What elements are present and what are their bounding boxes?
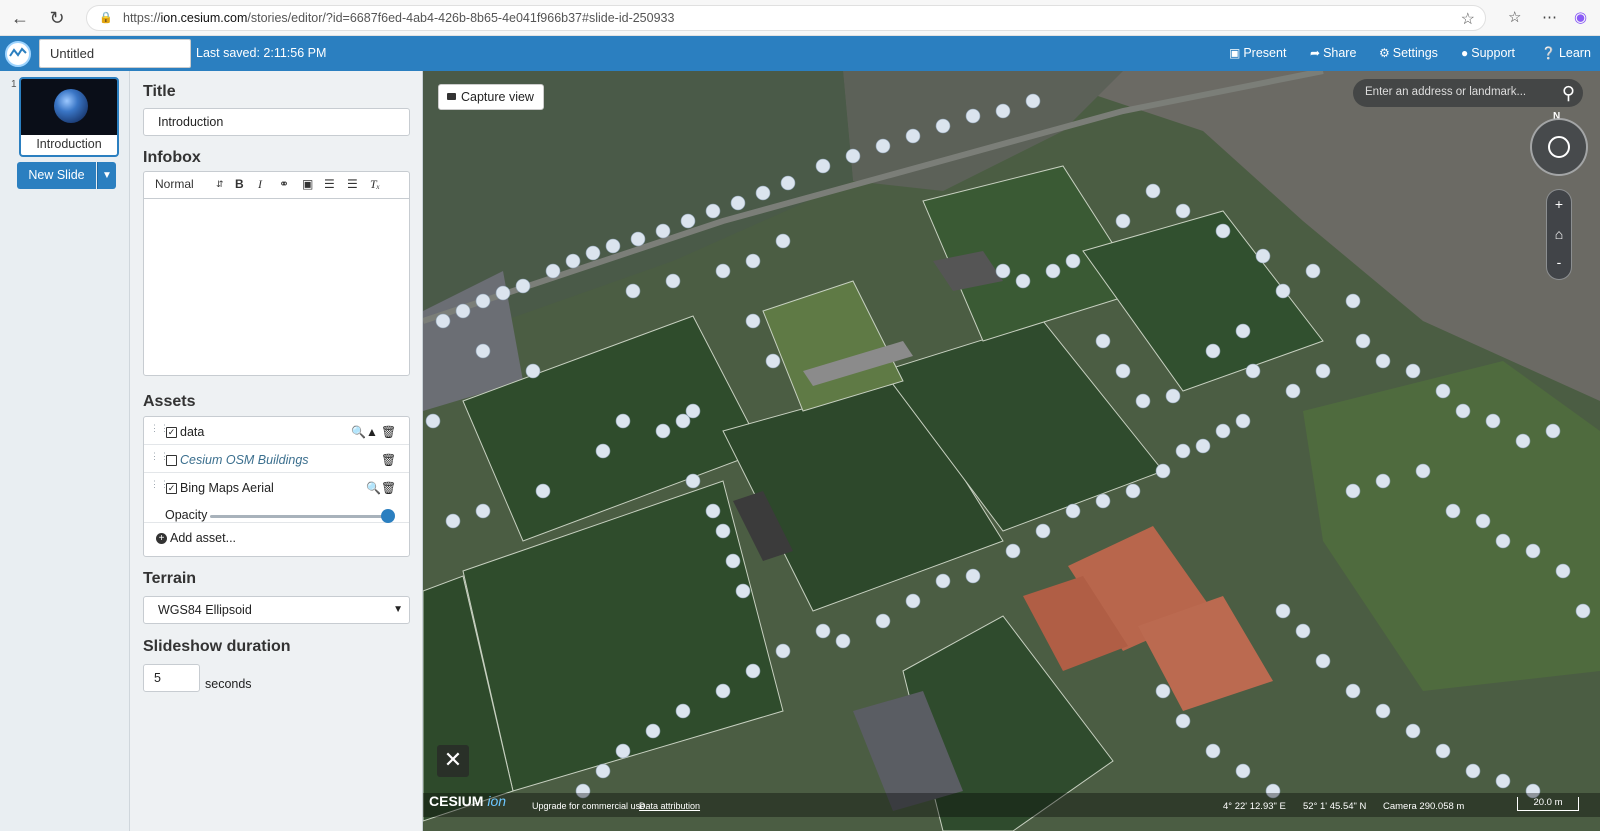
title-heading: Title bbox=[143, 83, 176, 100]
lock-icon: 🔒 bbox=[99, 12, 113, 24]
gear-icon: ⚙ bbox=[1379, 46, 1390, 60]
story-title-input[interactable]: Untitled bbox=[39, 39, 191, 68]
asset-name[interactable]: Cesium OSM Buildings bbox=[180, 453, 309, 467]
address-bar[interactable]: 🔒 https://ion.cesium.com/stories/editor/… bbox=[86, 5, 1486, 31]
plus-circle-icon: + bbox=[156, 533, 167, 544]
terrain-select[interactable]: WGS84 Ellipsoid ▼ bbox=[143, 596, 410, 624]
search-icon[interactable]: ⚲ bbox=[1562, 83, 1575, 104]
asset-name: data bbox=[180, 425, 205, 439]
globe-icon bbox=[54, 89, 88, 123]
zoom-control: + ⌂ - bbox=[1546, 189, 1572, 280]
drag-handle-icon[interactable]: ⋮⋮ bbox=[150, 452, 169, 464]
support-button[interactable]: ● Support bbox=[1461, 46, 1515, 60]
slide-number: 1 bbox=[11, 79, 17, 90]
slide-thumbnail[interactable]: Introduction bbox=[19, 77, 119, 157]
ordered-list-icon[interactable]: ☰ bbox=[324, 177, 335, 191]
duration-input[interactable]: 5 bbox=[143, 664, 200, 692]
app-header: Untitled Last saved: 2:11:56 PM ▣ Present… bbox=[0, 36, 1600, 71]
zoom-to-icon[interactable]: 🔍 bbox=[351, 425, 366, 439]
link-icon[interactable]: ⚭ bbox=[279, 177, 289, 191]
new-slide-button[interactable]: New Slide bbox=[17, 162, 96, 189]
asset-name: Bing Maps Aerial bbox=[180, 481, 274, 495]
monitor-icon: ▣ bbox=[1229, 46, 1241, 60]
measure-tool-icon[interactable]: ✕ bbox=[437, 745, 469, 777]
chevron-down-icon: ▼ bbox=[393, 604, 403, 615]
map-viewer[interactable]: Capture view Enter an address or landmar… bbox=[423, 71, 1600, 831]
opacity-slider-track[interactable] bbox=[210, 515, 388, 518]
chevron-down-icon[interactable]: ▼ bbox=[97, 162, 116, 189]
zoom-in-button[interactable]: + bbox=[1547, 196, 1571, 212]
camera-icon bbox=[447, 93, 456, 100]
zoom-to-icon[interactable]: 🔍 bbox=[366, 481, 381, 495]
cesium-ion-logo[interactable]: CESIUM ion bbox=[429, 793, 506, 809]
url-text[interactable]: https://ion.cesium.com/stories/editor/?i… bbox=[123, 11, 674, 25]
latitude-readout: 52° 1' 45.54" N bbox=[1303, 801, 1367, 812]
format-select[interactable]: Normal bbox=[155, 177, 194, 191]
point-markers-layer bbox=[425, 93, 1591, 799]
trash-icon[interactable]: 🗑 bbox=[381, 481, 396, 495]
capture-view-button[interactable]: Capture view bbox=[438, 84, 544, 110]
slide-properties-panel: Title Introduction Infobox Normal ⇵ B I … bbox=[130, 71, 423, 831]
copilot-icon[interactable]: ◉ bbox=[1574, 8, 1587, 26]
asset-visibility-checkbox[interactable]: ✓ bbox=[166, 483, 177, 494]
terrain-heading: Terrain bbox=[143, 570, 197, 587]
trash-icon[interactable]: 🗑 bbox=[381, 425, 396, 439]
zoom-out-button[interactable]: - bbox=[1547, 254, 1571, 270]
asset-row: ⋮⋮ ✓ Bing Maps Aerial 🔍 🗑 Opacity bbox=[144, 473, 409, 523]
chat-bubble-icon: ● bbox=[1461, 46, 1469, 60]
back-arrow-icon[interactable]: ← bbox=[9, 7, 31, 29]
slide-label: Introduction bbox=[36, 137, 102, 151]
search-input[interactable]: Enter an address or landmark... bbox=[1365, 86, 1526, 98]
image-icon[interactable]: ▣ bbox=[302, 177, 313, 191]
share-icon: ➦ bbox=[1310, 46, 1321, 60]
asset-row: ⋮⋮ Cesium OSM Buildings 🗑 bbox=[144, 445, 409, 473]
seconds-label: seconds bbox=[205, 677, 252, 691]
favorites-icon[interactable]: ☆ bbox=[1508, 8, 1521, 26]
more-options-icon[interactable]: ⋯ bbox=[1542, 8, 1557, 26]
drag-handle-icon[interactable]: ⋮⋮ bbox=[150, 480, 169, 492]
slide-title-input[interactable]: Introduction bbox=[143, 108, 410, 136]
compass-control[interactable] bbox=[1530, 118, 1588, 176]
reload-icon[interactable]: ↻ bbox=[46, 7, 68, 29]
bold-icon[interactable]: B bbox=[235, 177, 244, 191]
assets-heading: Assets bbox=[143, 393, 196, 410]
cesium-logo-icon[interactable] bbox=[5, 41, 31, 67]
asset-visibility-checkbox[interactable]: ✓ bbox=[166, 427, 177, 438]
data-attribution-link[interactable]: Data attribution bbox=[639, 801, 700, 811]
last-saved-status: Last saved: 2:11:56 PM bbox=[196, 46, 327, 60]
add-asset-button[interactable]: + Add asset... bbox=[156, 531, 236, 545]
slide-preview-image bbox=[21, 79, 117, 135]
opacity-label: Opacity bbox=[165, 508, 208, 522]
geocoder-search[interactable]: Enter an address or landmark... ⚲ bbox=[1353, 79, 1583, 107]
slideshow-duration-heading: Slideshow duration bbox=[143, 638, 291, 655]
scale-bar: 20.0 m bbox=[1517, 797, 1579, 811]
present-button[interactable]: ▣ Present bbox=[1229, 46, 1286, 60]
format-select-arrows-icon[interactable]: ⇵ bbox=[216, 179, 224, 190]
slides-sidebar: 1 Introduction New Slide ▼ bbox=[0, 71, 130, 831]
asset-row: ⋮⋮ ✓ data 🔍 ▲ 🗑 bbox=[144, 417, 409, 445]
question-circle-icon: ❔ bbox=[1541, 46, 1556, 60]
asset-visibility-checkbox[interactable] bbox=[166, 455, 177, 466]
clear-format-icon[interactable]: Tₓ bbox=[370, 177, 380, 192]
infobox-toolbar: Normal ⇵ B I ⚭ ▣ ☰ ☰ Tₓ bbox=[143, 171, 410, 198]
infobox-editor[interactable] bbox=[143, 198, 410, 376]
italic-icon[interactable]: I bbox=[258, 177, 262, 192]
share-button[interactable]: ➦ Share bbox=[1310, 46, 1356, 60]
home-icon[interactable]: ⌂ bbox=[1547, 226, 1571, 242]
opacity-slider-thumb[interactable] bbox=[381, 509, 395, 523]
longitude-readout: 4° 22' 12.93" E bbox=[1223, 801, 1286, 812]
infobox-heading: Infobox bbox=[143, 149, 201, 166]
learn-button[interactable]: ❔ Learn bbox=[1541, 46, 1591, 60]
bullet-list-icon[interactable]: ☰ bbox=[347, 177, 358, 191]
clamp-to-ground-icon[interactable]: ▲ bbox=[366, 425, 378, 439]
settings-button[interactable]: ⚙ Settings bbox=[1379, 46, 1438, 60]
favorite-star-icon[interactable]: ☆ bbox=[1461, 9, 1475, 29]
browser-toolbar: ← ↻ 🔒 https://ion.cesium.com/stories/edi… bbox=[0, 0, 1600, 36]
compass-center-icon[interactable] bbox=[1548, 136, 1570, 158]
upgrade-notice: Upgrade for commercial use. bbox=[532, 801, 648, 811]
trash-icon[interactable]: 🗑 bbox=[381, 453, 396, 467]
drag-handle-icon[interactable]: ⋮⋮ bbox=[150, 424, 169, 436]
assets-list: ⋮⋮ ✓ data 🔍 ▲ 🗑 ⋮⋮ Cesium OSM Buildings … bbox=[143, 416, 410, 557]
camera-height-readout: Camera 290.058 m bbox=[1383, 801, 1465, 812]
